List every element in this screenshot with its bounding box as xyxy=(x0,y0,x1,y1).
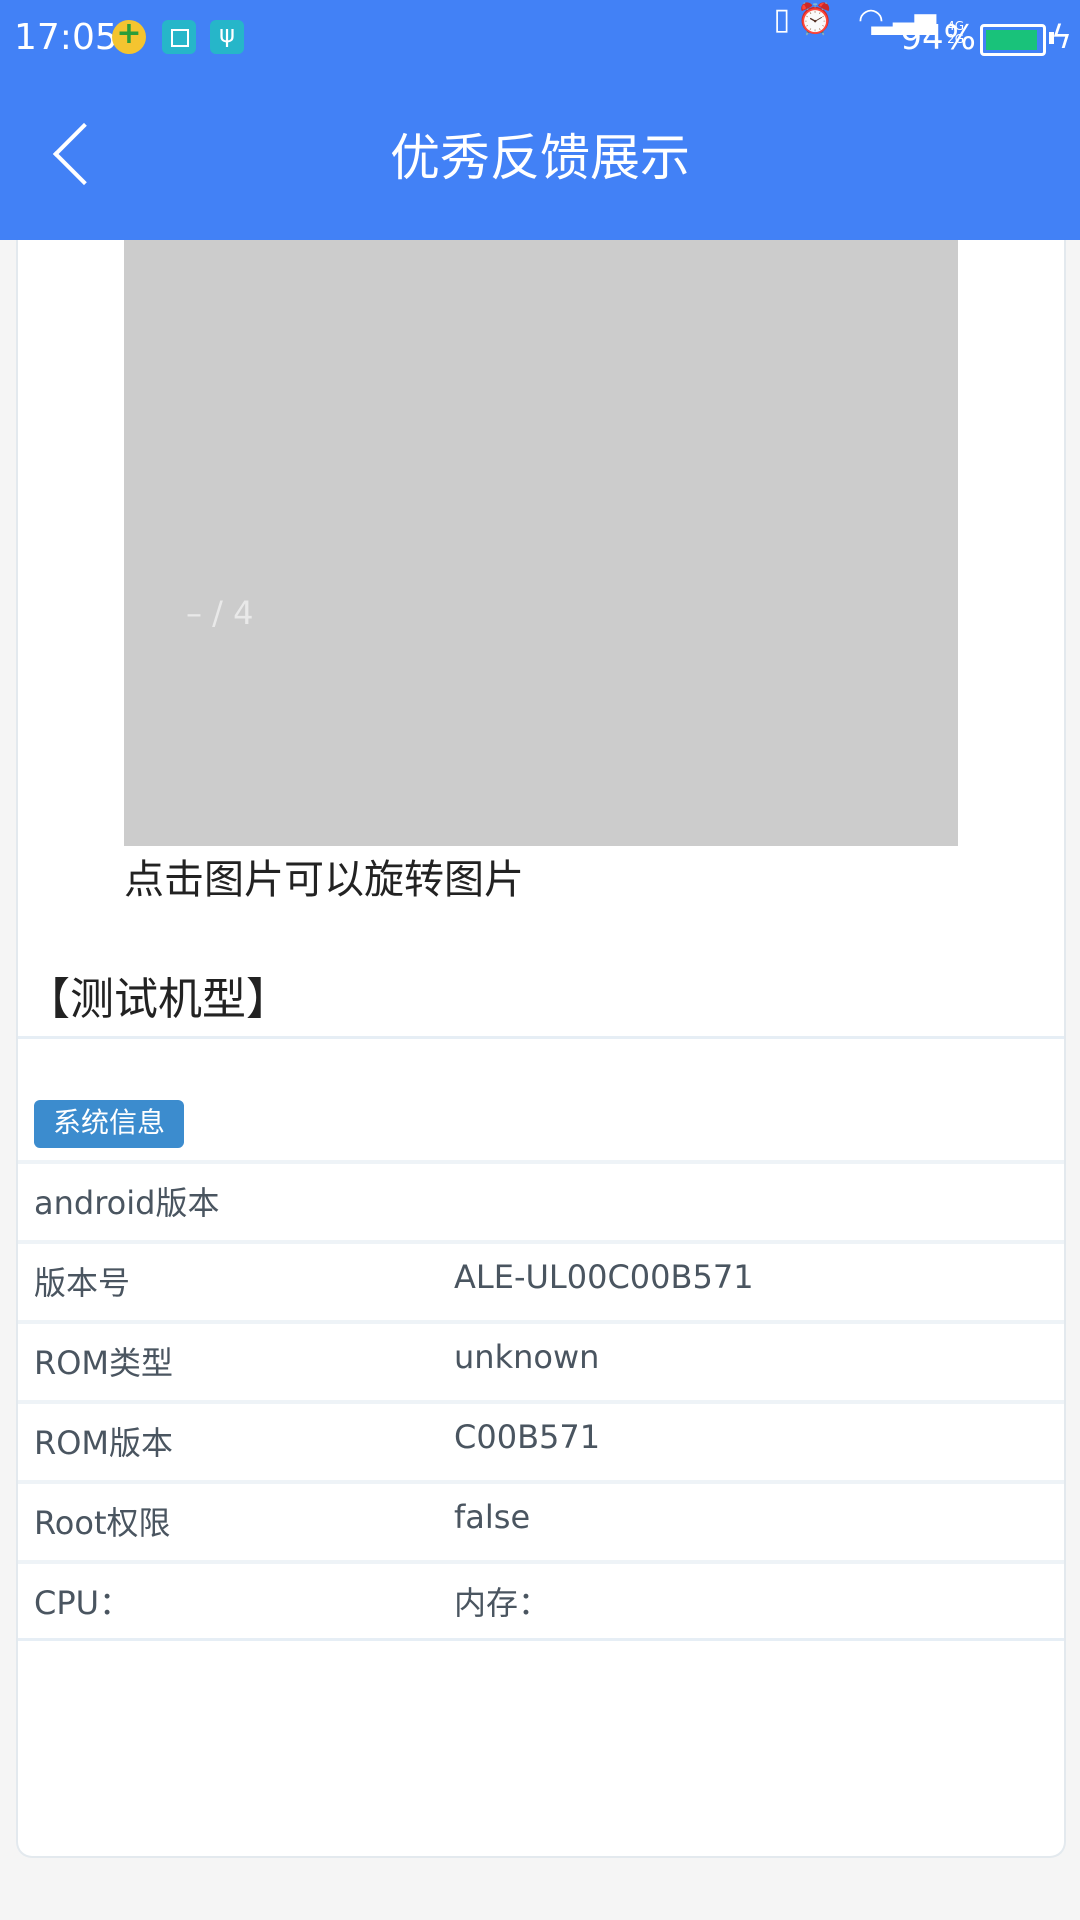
row-label: 版本号 xyxy=(34,1264,131,1302)
app-bar: 优秀反馈展示 xyxy=(0,76,1080,240)
vibrate-icon: ▯ xyxy=(773,2,790,37)
system-info-badge: 系统信息 xyxy=(34,1100,184,1148)
row-value: 内存： xyxy=(454,1584,551,1622)
rotate-hint: 点击图片可以旋转图片 xyxy=(124,857,524,903)
feedback-card: – / 4 点击图片可以旋转图片 【测试机型】 系统信息 android版本 版… xyxy=(16,240,1066,1858)
page-title: 优秀反馈展示 xyxy=(390,129,690,187)
row-value: false xyxy=(454,1498,531,1536)
usb-icon xyxy=(210,20,244,54)
info-row-android: android版本 xyxy=(18,1160,1064,1238)
info-row-rom-type: ROM类型 unknown xyxy=(18,1320,1064,1398)
status-bar: 17:05 ▯ ⏰ ◠ ▂▃▅ 4G 2G 94% ϟ xyxy=(0,0,1080,76)
feedback-image[interactable]: – / 4 xyxy=(124,240,958,846)
alarm-icon: ⏰ xyxy=(796,2,834,37)
row-value: unknown xyxy=(454,1338,600,1376)
status-time: 17:05 xyxy=(14,17,118,58)
section-title: 【测试机型】 xyxy=(26,974,290,1025)
row-label: Root权限 xyxy=(34,1504,171,1542)
charging-icon: ϟ xyxy=(1050,18,1072,56)
info-row-root: Root权限 false xyxy=(18,1480,1064,1558)
image-counter: – / 4 xyxy=(186,594,254,632)
row-label: ROM类型 xyxy=(34,1344,174,1382)
row-value: ALE-UL00C00B571 xyxy=(454,1258,754,1296)
row-label: CPU： xyxy=(34,1584,132,1622)
info-row-cpu-memory: CPU： 内存： xyxy=(18,1560,1064,1638)
info-row-rom-version: ROM版本 C00B571 xyxy=(18,1400,1064,1478)
battery-fill xyxy=(986,30,1037,50)
info-row-build: 版本号 ALE-UL00C00B571 xyxy=(18,1240,1064,1318)
row-value: C00B571 xyxy=(454,1418,601,1456)
app-icon xyxy=(112,16,146,54)
battery-percent: 94% xyxy=(900,18,976,58)
table-bottom-divider xyxy=(18,1638,1064,1641)
battery-icon xyxy=(980,24,1046,56)
row-label: ROM版本 xyxy=(34,1424,174,1462)
row-label: android版本 xyxy=(34,1184,220,1222)
screenshot-icon xyxy=(162,20,196,54)
section-divider xyxy=(18,1036,1064,1039)
